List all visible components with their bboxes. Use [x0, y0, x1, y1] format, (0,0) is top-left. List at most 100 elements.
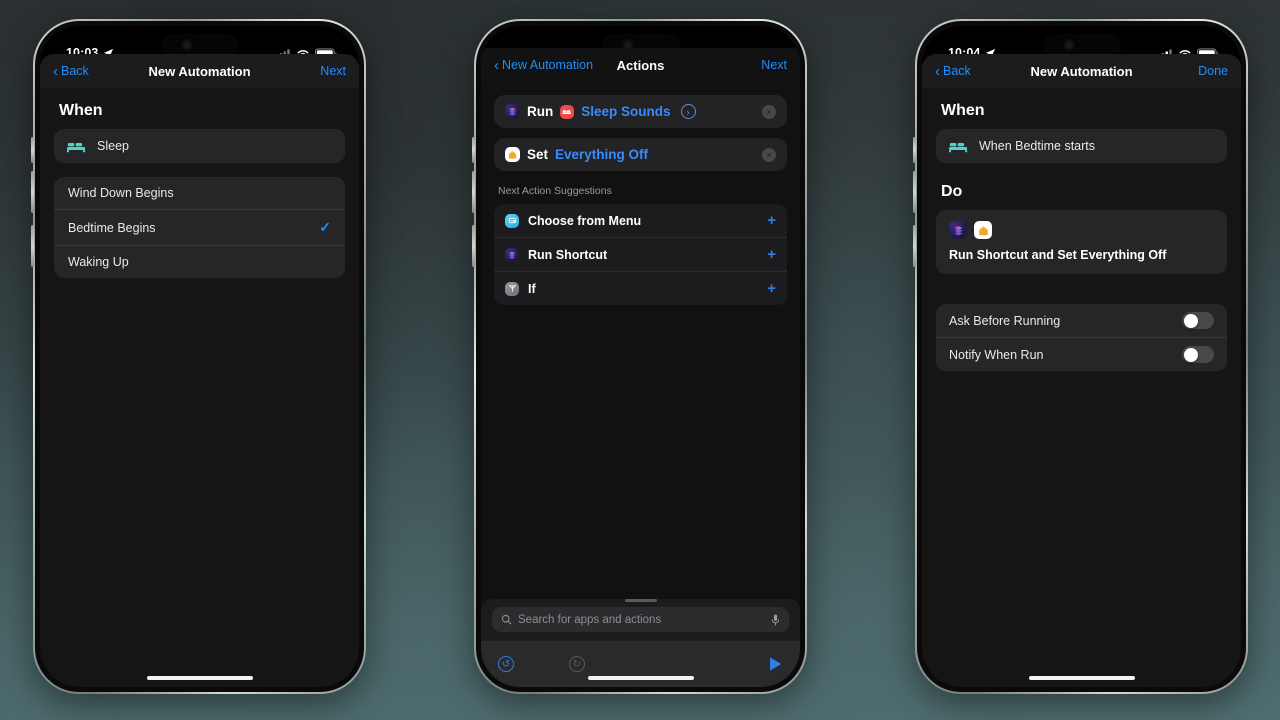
sleep-sounds-icon	[560, 104, 575, 119]
suggestions-heading: Next Action Suggestions	[498, 185, 612, 197]
remove-action-button[interactable]: ×	[762, 104, 776, 119]
option-label: Notify When Run	[949, 347, 1044, 362]
phone-trigger-select: 10:03 ‹ Back New Automation Next When Sl…	[31, 19, 366, 694]
when-heading: When	[941, 102, 985, 119]
action-parameter-everything-off[interactable]: Everything Off	[555, 147, 648, 162]
option-wind-down-begins[interactable]: Wind Down Begins	[54, 177, 345, 209]
back-button[interactable]: ‹ Back	[935, 64, 971, 79]
actions-sheet: ‹ New Automation Actions Next Run Sleep …	[481, 48, 800, 687]
home-indicator[interactable]	[1028, 676, 1135, 680]
sheet-grabber[interactable]	[624, 599, 657, 602]
bed-icon	[67, 142, 86, 153]
phone-summary: 10:04 ‹ Back New Automation Done When Wh…	[913, 19, 1248, 694]
trigger-card-sleep[interactable]: Sleep	[54, 129, 345, 163]
volume-up-button[interactable]	[31, 137, 34, 163]
suggestion-label: Choose from Menu	[528, 213, 642, 228]
when-card[interactable]: When Bedtime starts	[936, 129, 1227, 163]
search-placeholder: Search for apps and actions	[518, 613, 662, 626]
option-label: Bedtime Begins	[68, 220, 156, 235]
add-action-button[interactable]: +	[767, 246, 776, 263]
option-notify-when-run: Notify When Run	[936, 337, 1227, 371]
phone-actions: 10:04	[472, 19, 807, 694]
action-verb: Run	[527, 104, 554, 119]
volume-down-button[interactable]	[913, 171, 916, 213]
option-label: Ask Before Running	[949, 313, 1061, 328]
volume-down-button[interactable]	[31, 171, 34, 213]
back-button[interactable]: ‹ Back	[53, 64, 89, 79]
suggestions-group: Choose from Menu + Run Shortcut + If +	[494, 204, 787, 305]
search-container: Search for apps and actions	[481, 607, 800, 641]
mute-switch[interactable]	[31, 225, 34, 267]
volume-up-button[interactable]	[913, 137, 916, 163]
next-button[interactable]: Next	[761, 58, 787, 72]
mute-switch[interactable]	[472, 225, 475, 267]
action-row-run-shortcut[interactable]: Run Sleep Sounds › ×	[494, 95, 787, 128]
summary-content: When When Bedtime starts Do Run Shortcut…	[922, 102, 1241, 371]
option-label: Waking Up	[68, 255, 129, 269]
phone-screen: 10:03 ‹ Back New Automation Next When Sl…	[40, 26, 359, 687]
do-card[interactable]: Run Shortcut and Set Everything Off	[936, 210, 1227, 274]
mute-switch[interactable]	[913, 225, 916, 267]
add-action-button[interactable]: +	[767, 212, 776, 229]
editor-toolbar: ↺ ↻	[481, 641, 800, 687]
remove-action-button[interactable]: ×	[762, 147, 776, 162]
suggestion-run-shortcut[interactable]: Run Shortcut +	[494, 237, 787, 271]
phone-screen: 10:04	[481, 26, 800, 687]
ask-before-running-toggle[interactable]	[1182, 312, 1214, 329]
home-app-icon	[974, 221, 992, 239]
home-indicator[interactable]	[587, 676, 694, 680]
done-button[interactable]: Done	[1198, 64, 1228, 78]
trigger-label: Sleep	[97, 139, 129, 153]
suggestion-if[interactable]: If +	[494, 271, 787, 305]
when-label: When Bedtime starts	[979, 139, 1096, 153]
add-action-button[interactable]: +	[767, 280, 776, 297]
search-input[interactable]: Search for apps and actions	[492, 607, 789, 632]
notify-when-run-toggle[interactable]	[1182, 346, 1214, 363]
bottom-panel: Search for apps and actions ↺ ↻	[481, 593, 800, 687]
shortcuts-app-icon	[505, 104, 520, 119]
microphone-icon[interactable]	[771, 614, 780, 626]
option-waking-up[interactable]: Waking Up	[54, 245, 345, 278]
back-label: Back	[943, 64, 971, 78]
checkmark-icon: ✓	[319, 219, 331, 235]
sheet-content: When Sleep Wind Down Begins Bedtime Begi…	[40, 102, 359, 278]
if-condition-icon	[505, 281, 519, 296]
back-label: Back	[61, 64, 89, 78]
options-group: Ask Before Running Notify When Run	[936, 304, 1227, 371]
trigger-options-group: Wind Down Begins Bedtime Begins ✓ Waking…	[54, 177, 345, 278]
option-bedtime-begins[interactable]: Bedtime Begins ✓	[54, 209, 345, 245]
automation-sheet: ‹ Back New Automation Next When Sleep Wi…	[40, 54, 359, 687]
chevron-left-icon: ‹	[494, 56, 499, 74]
do-card-label: Run Shortcut and Set Everything Off	[949, 248, 1167, 262]
back-button[interactable]: ‹ New Automation	[494, 58, 593, 73]
volume-up-button[interactable]	[472, 137, 475, 163]
choose-from-menu-icon	[505, 213, 519, 228]
undo-icon[interactable]: ↺	[498, 656, 514, 672]
summary-sheet: ‹ Back New Automation Done When When Bed…	[922, 54, 1241, 687]
back-label: New Automation	[502, 58, 594, 72]
next-button[interactable]: Next	[320, 64, 346, 78]
suggestion-label: Run Shortcut	[528, 247, 608, 262]
navigation-bar: ‹ Back New Automation Next	[40, 54, 359, 88]
volume-down-button[interactable]	[472, 171, 475, 213]
phone-screen: 10:04	[922, 26, 1241, 687]
home-indicator[interactable]	[146, 676, 253, 680]
redo-icon[interactable]: ↻	[569, 656, 585, 672]
play-icon[interactable]	[768, 656, 783, 672]
navigation-bar: ‹ New Automation Actions Next	[481, 48, 800, 82]
suggestion-choose-from-menu[interactable]: Choose from Menu +	[494, 204, 787, 237]
navigation-bar: ‹ Back New Automation Done	[922, 54, 1241, 88]
shortcuts-app-icon	[505, 247, 519, 262]
option-ask-before-running: Ask Before Running	[936, 304, 1227, 337]
do-card-icons	[949, 221, 1214, 239]
action-verb: Set	[527, 147, 549, 162]
do-heading: Do	[941, 183, 963, 200]
suggestion-label: If	[528, 281, 536, 296]
search-icon	[501, 614, 512, 625]
chevron-left-icon: ‹	[53, 62, 58, 80]
option-label: Wind Down Begins	[68, 186, 174, 200]
action-parameter-sleep-sounds[interactable]: Sleep Sounds	[581, 104, 670, 119]
chevron-left-icon: ‹	[935, 62, 940, 80]
action-row-set-scene[interactable]: Set Everything Off ×	[494, 138, 787, 171]
chevron-right-icon[interactable]: ›	[680, 104, 696, 119]
